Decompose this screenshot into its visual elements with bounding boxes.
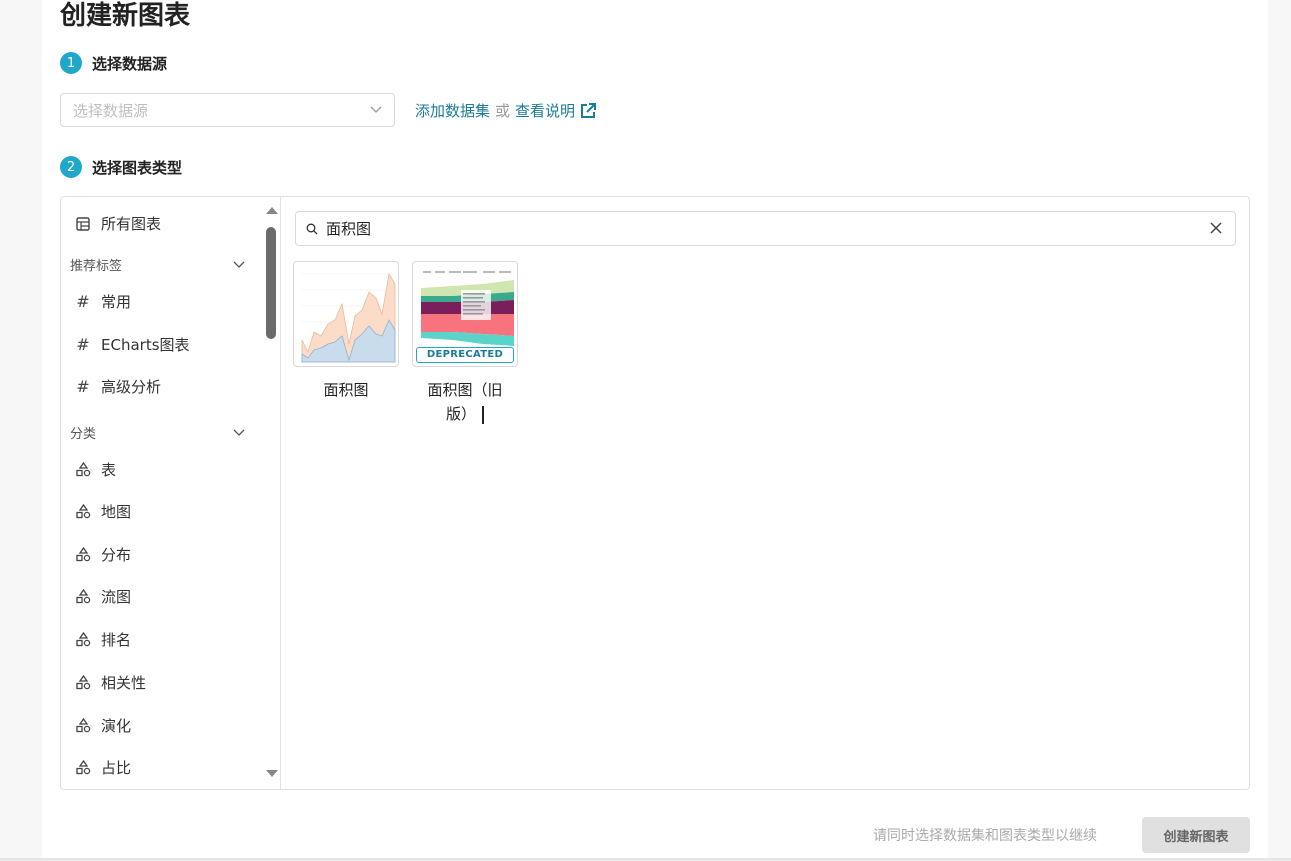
sidebar-item-label: 占比 — [101, 759, 132, 777]
footer-hint: 请同时选择数据集和图表类型以继续 — [873, 828, 1097, 844]
shapes-icon — [75, 504, 91, 520]
shapes-icon — [75, 547, 91, 563]
or-text: 或 — [495, 102, 511, 120]
step-label: 选择数据源 — [92, 54, 168, 73]
chart-type-label: 面积图 — [323, 381, 369, 399]
shapes-icon — [75, 718, 91, 734]
chevron-down-icon — [370, 106, 382, 113]
section-title: 推荐标签 — [70, 259, 123, 274]
sidebar-item-category[interactable]: 表 — [75, 459, 116, 480]
sidebar-item-category[interactable]: 流图 — [75, 586, 131, 607]
chart-type-card[interactable]: 面积图 — [293, 261, 399, 402]
chevron-down-icon — [233, 261, 245, 268]
shapes-icon — [75, 632, 91, 648]
shapes-icon — [75, 462, 91, 478]
datasource-select[interactable]: 选择数据源 — [60, 93, 395, 127]
scroll-up-arrow[interactable] — [266, 207, 278, 214]
scroll-thumb[interactable] — [266, 227, 276, 339]
close-icon[interactable] — [1209, 221, 1223, 235]
sidebar-scrollbar[interactable] — [263, 197, 279, 789]
label-line: 面积图（旧 — [427, 381, 503, 399]
sidebar-item-tag[interactable]: # ECharts图表 — [75, 334, 190, 355]
hashtag-icon: # — [76, 292, 90, 311]
sidebar-item-label: 演化 — [101, 717, 132, 735]
chart-search-input[interactable]: 面积图 — [295, 211, 1236, 246]
label-line-2: 版） — [412, 402, 518, 426]
create-chart-button[interactable]: 创建新图表 — [1142, 817, 1250, 853]
categories-section-header[interactable]: 分类 — [70, 423, 245, 442]
section-title: 分类 — [70, 427, 97, 442]
view-docs-link[interactable]: 查看说明 — [515, 100, 575, 121]
sidebar-item-label: 所有图表 — [101, 215, 162, 233]
sidebar-item-all-charts[interactable]: 所有图表 — [75, 213, 161, 234]
datasource-links: 添加数据集 或 查看说明 — [415, 100, 597, 121]
sidebar-item-category[interactable]: 占比 — [75, 757, 131, 778]
sidebar-item-category[interactable]: 演化 — [75, 715, 131, 736]
sidebar-item-category[interactable]: 排名 — [75, 629, 131, 650]
sidebar-item-label: 流图 — [101, 588, 132, 606]
sidebar-item-label: 常用 — [101, 293, 132, 311]
shapes-icon — [75, 675, 91, 691]
table-icon — [75, 216, 91, 232]
page-title: 创建新图表 — [60, 1, 191, 31]
sidebar-item-category[interactable]: 地图 — [75, 501, 131, 522]
step-2-header: 2 选择图表类型 — [60, 156, 182, 178]
external-link-icon[interactable] — [579, 102, 597, 120]
step-number-badge: 2 — [60, 156, 82, 178]
sidebar-item-label: ECharts图表 — [101, 336, 190, 354]
hashtag-icon: # — [76, 335, 90, 354]
sidebar-item-category[interactable]: 分布 — [75, 544, 131, 565]
hashtag-icon: # — [76, 377, 90, 396]
sidebar-item-label: 高级分析 — [101, 378, 162, 396]
shapes-icon — [75, 760, 91, 776]
datasource-placeholder: 选择数据源 — [73, 101, 149, 120]
scroll-down-arrow[interactable] — [266, 770, 278, 777]
add-dataset-link[interactable]: 添加数据集 — [415, 100, 490, 121]
chart-type-card[interactable]: DEPRECATED 面积图（旧 版） — [412, 261, 518, 426]
chart-thumbnail — [293, 261, 399, 367]
sidebar-item-label: 表 — [101, 461, 117, 479]
sidebar-item-label: 地图 — [101, 503, 132, 521]
chevron-down-icon — [233, 429, 245, 436]
sidebar-item-category[interactable]: 相关性 — [75, 672, 146, 693]
sidebar-item-label: 相关性 — [101, 674, 147, 692]
search-icon — [306, 223, 318, 234]
chart-thumbnail: DEPRECATED — [412, 261, 518, 367]
deprecated-badge: DEPRECATED — [416, 347, 514, 363]
step-number-badge: 1 — [60, 52, 82, 74]
sidebar-item-label: 分布 — [101, 546, 132, 564]
sidebar-item-tag[interactable]: # 高级分析 — [75, 376, 161, 397]
shapes-icon — [75, 589, 91, 605]
chart-type-sidebar: 所有图表 推荐标签 # 常用 # ECharts图表 # 高级分析 分类 表 地… — [61, 197, 281, 789]
sidebar-item-tag[interactable]: # 常用 — [75, 291, 131, 312]
search-value: 面积图 — [326, 220, 372, 238]
step-1-header: 1 选择数据源 — [60, 52, 167, 74]
area-chart-preview-image — [301, 272, 396, 363]
chart-type-label: 面积图（旧 版） — [412, 378, 518, 426]
tags-section-header[interactable]: 推荐标签 — [70, 255, 245, 274]
chart-type-chooser: 所有图表 推荐标签 # 常用 # ECharts图表 # 高级分析 分类 表 地… — [60, 196, 1250, 790]
step-label: 选择图表类型 — [92, 158, 183, 177]
text-cursor — [482, 405, 484, 424]
sidebar-item-label: 排名 — [101, 631, 132, 649]
